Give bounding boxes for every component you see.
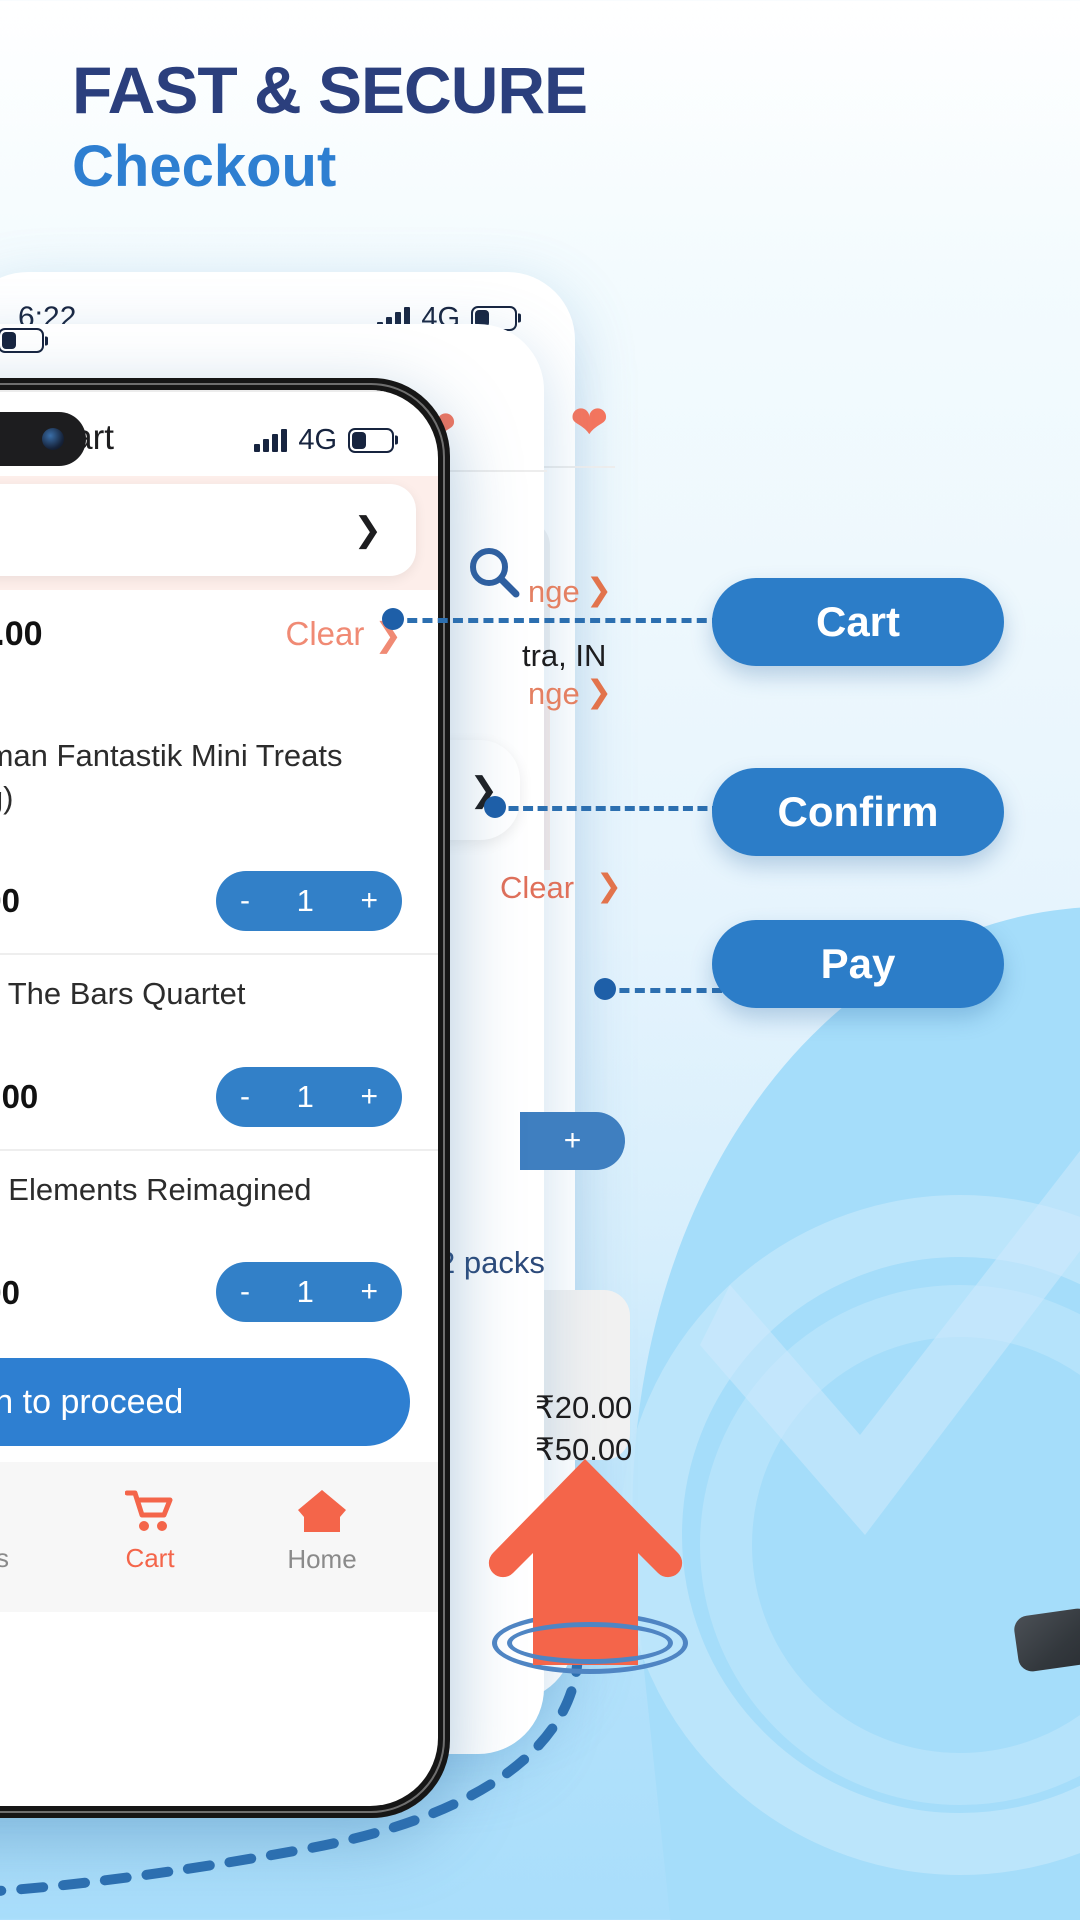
battery-icon-middle bbox=[0, 328, 44, 353]
chevron-right-icon: ❯ bbox=[353, 511, 383, 549]
page-title: FAST & SECURE Checkout bbox=[72, 53, 588, 204]
connector-line-cart bbox=[392, 618, 722, 623]
quantity-stepper[interactable]: - 1 + bbox=[216, 1262, 402, 1323]
chevron-right-icon-4[interactable]: ❯ bbox=[596, 868, 622, 904]
quantity-stepper[interactable]: - 1 + bbox=[216, 1066, 402, 1127]
decrement-button[interactable]: - bbox=[240, 1080, 250, 1114]
network-label-front: 4G bbox=[298, 423, 337, 456]
cart-item-price: ₹1550.00 bbox=[0, 1078, 39, 1116]
cart-item-name: Candyman Fantastik Mini Treats (125.4g) bbox=[0, 738, 343, 815]
clear-label: Clear bbox=[285, 615, 365, 652]
login-to-proceed-button[interactable]: Login to proceed bbox=[0, 1358, 410, 1447]
cart-item-name: Fabelle The Bars Quartet bbox=[0, 975, 246, 1011]
price-label-middle-1: ₹20.00 bbox=[535, 1390, 633, 1425]
quantity-stepper[interactable]: - 1 + bbox=[216, 870, 402, 931]
cart-subtotal: 5.00 bbox=[0, 658, 438, 717]
callout-pay[interactable]: Pay bbox=[712, 920, 1004, 1008]
cart-total-row: ₹2445.00 Clear ❯ bbox=[0, 590, 438, 658]
quantity-value: 1 bbox=[296, 1078, 314, 1114]
callout-cart[interactable]: Cart bbox=[712, 578, 1004, 666]
increment-button[interactable]: + bbox=[360, 884, 378, 918]
heading-line-2: Checkout bbox=[72, 134, 337, 200]
cart-item-row[interactable]: Fabelle Elements Reimagined ₹795.00 - 1 … bbox=[0, 1148, 438, 1345]
ripple-inner bbox=[507, 1622, 673, 1664]
connector-dot-cart bbox=[382, 608, 404, 630]
connector-line-confirm bbox=[494, 806, 722, 811]
quantity-value: 1 bbox=[296, 1274, 314, 1310]
address-text-middle: tra, IN bbox=[522, 638, 607, 673]
cart-item-name: Fabelle Elements Reimagined bbox=[0, 1171, 312, 1207]
cart-item-price: ₹795.00 bbox=[0, 1273, 20, 1311]
heading-line-1: FAST & SECURE bbox=[72, 53, 588, 127]
increment-button[interactable]: + bbox=[360, 1080, 378, 1114]
signal-icon-front bbox=[254, 428, 288, 452]
change-link-1[interactable]: nge bbox=[528, 574, 580, 610]
chevron-right-icon-2[interactable]: ❯ bbox=[586, 674, 612, 710]
add-button-middle[interactable]: + bbox=[520, 1112, 625, 1170]
checkmark-icon bbox=[700, 1105, 1080, 1575]
favorite-icon-back[interactable]: ❤ bbox=[570, 395, 609, 449]
device-corner-decoration bbox=[1012, 1606, 1080, 1674]
connector-line-pay bbox=[604, 988, 722, 993]
clear-label-middle[interactable]: Clear bbox=[500, 870, 574, 906]
search-icon[interactable] bbox=[466, 544, 522, 605]
cart-total-amount: ₹2445.00 bbox=[0, 615, 43, 653]
cart-item-row[interactable]: Fabelle The Bars Quartet ₹1550.00 - 1 + bbox=[0, 952, 438, 1149]
coupons-row[interactable]: ons ❯ bbox=[0, 484, 416, 576]
decrement-button[interactable]: - bbox=[240, 884, 250, 918]
cart-item-price: ₹100.00 bbox=[0, 882, 20, 920]
packs-label-middle: 2 packs bbox=[438, 1245, 545, 1280]
connector-dot-pay bbox=[594, 978, 616, 1000]
quantity-value: 1 bbox=[296, 882, 314, 918]
coupon-section: ons ❯ bbox=[0, 476, 438, 590]
cart-item-row[interactable]: Candyman Fantastik Mini Treats (125.4g) … bbox=[0, 717, 438, 953]
connector-dot-confirm bbox=[484, 796, 506, 818]
callout-confirm[interactable]: Confirm bbox=[712, 768, 1004, 856]
increment-button[interactable]: + bbox=[360, 1275, 378, 1309]
change-link-2[interactable]: nge bbox=[528, 676, 580, 712]
battery-icon-front bbox=[348, 427, 394, 453]
chevron-right-icon-1[interactable]: ❯ bbox=[586, 572, 612, 608]
status-bar-front: 4G bbox=[0, 414, 438, 466]
decrement-button[interactable]: - bbox=[240, 1275, 250, 1309]
status-bar-middle: 4G bbox=[0, 324, 544, 357]
login-section: Login to proceed bbox=[0, 1344, 438, 1462]
